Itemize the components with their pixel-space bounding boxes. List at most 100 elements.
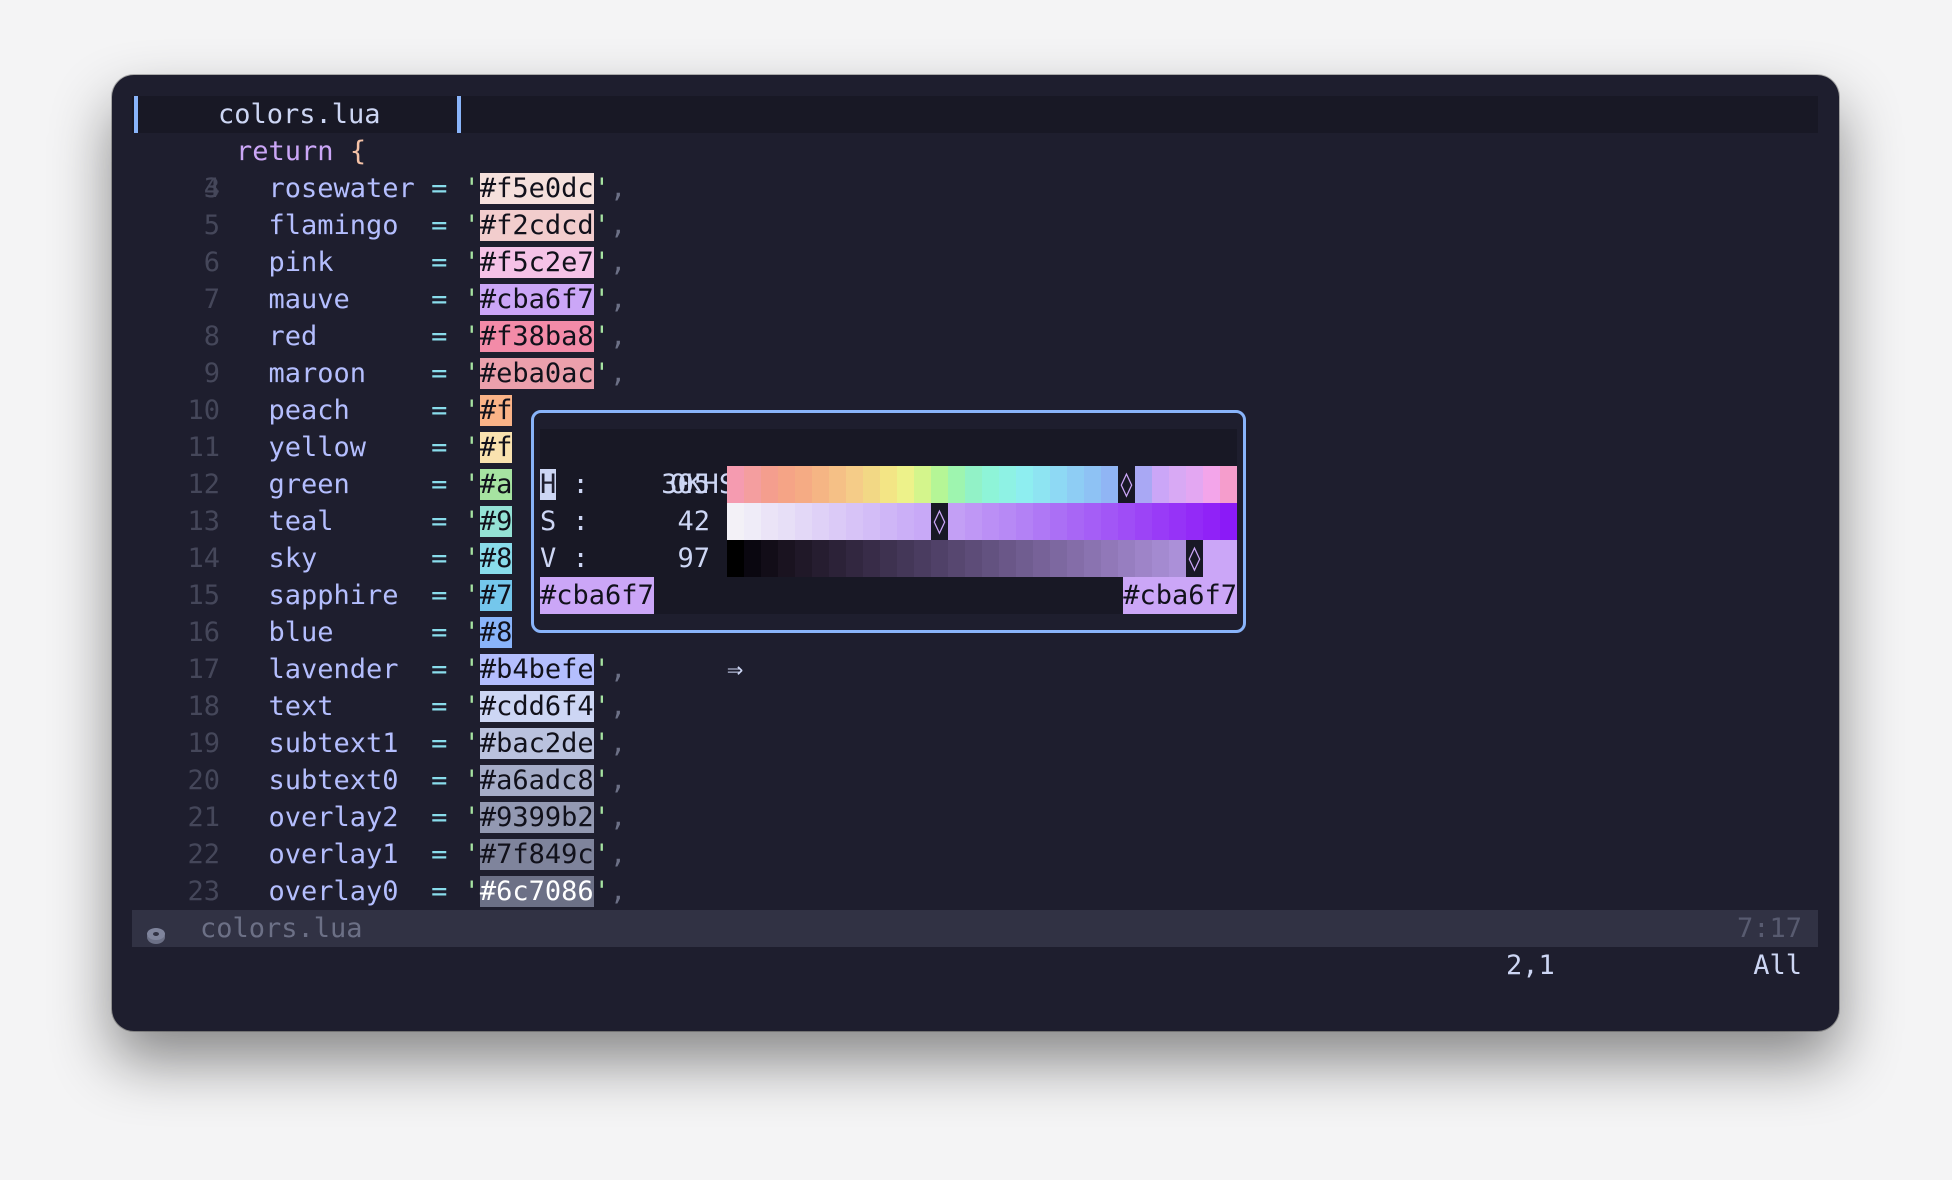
line-number: 10 bbox=[187, 395, 220, 426]
slider-value[interactable]: 97 bbox=[540, 540, 710, 577]
table-key: mauve bbox=[268, 284, 350, 315]
slider-gradient-cell bbox=[727, 466, 744, 503]
slider-gradient-cell bbox=[982, 466, 999, 503]
hex-color-value: #f bbox=[479, 395, 513, 426]
slider-gradient-cell bbox=[914, 466, 931, 503]
code-line: 18 text = '#cdd6f4', bbox=[132, 688, 1818, 725]
command-line[interactable]: 2,1 All bbox=[132, 947, 1818, 984]
slider-gradient-cell bbox=[812, 503, 829, 540]
key-padding bbox=[350, 284, 431, 315]
slider-gradient-cell bbox=[897, 503, 914, 540]
code-line: 21 overlay2 = '#9399b2', bbox=[132, 799, 1818, 836]
slider-gradient-cell bbox=[1186, 503, 1203, 540]
hex-color-value: #cba6f7 bbox=[479, 284, 594, 315]
slider-gradient-cell bbox=[829, 540, 846, 577]
donut-icon bbox=[146, 919, 166, 944]
open-quote: ' bbox=[463, 395, 480, 426]
slider-gradient-cell bbox=[1169, 503, 1186, 540]
slider-handle[interactable]: ◊ bbox=[931, 503, 948, 540]
tab-colors-lua[interactable]: colors.lua bbox=[132, 96, 465, 133]
code-content: blue = '#8 bbox=[236, 614, 513, 651]
equals-sign: = bbox=[431, 210, 448, 241]
slider-gradient-cell bbox=[897, 540, 914, 577]
equals-sign: = bbox=[431, 802, 448, 833]
slider-handle[interactable]: ◊ bbox=[1186, 540, 1203, 577]
close-quote: ' bbox=[593, 284, 610, 315]
code-content: green = '#a bbox=[236, 466, 513, 503]
key-padding bbox=[399, 802, 432, 833]
slider-gradient-cell bbox=[1169, 466, 1186, 503]
comma: , bbox=[609, 839, 627, 870]
slider-gradient-cell bbox=[812, 466, 829, 503]
key-padding bbox=[399, 876, 432, 907]
slider-gradient-cell bbox=[999, 503, 1016, 540]
slider-gradient-cell bbox=[897, 466, 914, 503]
slider-row-hue: H :305 ◊ bbox=[540, 466, 1237, 503]
table-key: green bbox=[268, 469, 350, 500]
arrow-icon: ⇒ bbox=[727, 654, 744, 685]
close-quote: ' bbox=[593, 802, 610, 833]
slider-gradient-cell bbox=[744, 503, 761, 540]
close-quote: ' bbox=[593, 321, 610, 352]
comma: , bbox=[609, 876, 627, 907]
key-padding bbox=[415, 173, 431, 204]
code-line: 8 red = '#f38ba8', bbox=[132, 318, 1818, 355]
equals-sign: = bbox=[431, 358, 448, 389]
keyword-return: return bbox=[236, 136, 334, 167]
tab-label: colors.lua bbox=[218, 99, 381, 130]
slider-gradient-cell bbox=[1101, 540, 1118, 577]
code-line: 17 lavender = '#b4befe', bbox=[132, 651, 1818, 688]
open-quote: ' bbox=[463, 876, 480, 907]
slider-handle[interactable]: ◊ bbox=[1118, 466, 1135, 503]
slider-gradient-cell bbox=[914, 540, 931, 577]
slider-gradient-cell bbox=[1169, 540, 1186, 577]
code-line: 23 overlay0 = '#6c7086', bbox=[132, 873, 1818, 910]
key-padding bbox=[366, 432, 431, 463]
color-picker-popup[interactable]: OKHSV H :305 ◊ S :42 ◊ V :97 ◊ #cba6f7 ⇒ #cba… bbox=[531, 410, 1246, 685]
slider-hue[interactable]: ◊ bbox=[727, 466, 1237, 503]
slider-value[interactable]: 305 bbox=[540, 466, 710, 503]
slider-gradient-cell bbox=[1016, 540, 1033, 577]
line-number: 12 bbox=[187, 469, 220, 500]
slider-gradient-cell bbox=[982, 503, 999, 540]
slider-value[interactable]: 42 bbox=[540, 503, 710, 540]
slider-gradient-cell bbox=[999, 540, 1016, 577]
slider-value[interactable]: ◊ bbox=[727, 540, 1237, 577]
equals-sign: = bbox=[431, 839, 448, 870]
slider-gradient-cell bbox=[795, 540, 812, 577]
original-color-swatch[interactable]: #cba6f7 bbox=[540, 577, 654, 614]
slider-gradient-cell bbox=[846, 503, 863, 540]
equals-sign: = bbox=[431, 691, 448, 722]
slider-gradient-cell bbox=[761, 503, 778, 540]
slider-gradient-cell bbox=[761, 466, 778, 503]
hex-color-value: #8 bbox=[479, 543, 513, 574]
code-content: overlay2 = '#9399b2', bbox=[236, 799, 626, 836]
line-number: 16 bbox=[187, 617, 220, 648]
tab-indicator-left bbox=[134, 96, 138, 133]
new-color-swatch[interactable]: #cba6f7 bbox=[1123, 577, 1237, 614]
slider-gradient-cell bbox=[1152, 540, 1169, 577]
close-quote: ' bbox=[593, 876, 610, 907]
equals-sign: = bbox=[431, 173, 448, 204]
key-padding bbox=[399, 654, 432, 685]
close-quote: ' bbox=[593, 839, 610, 870]
slider-saturation[interactable]: ◊ bbox=[727, 503, 1237, 540]
code-line: 19 subtext1 = '#bac2de', bbox=[132, 725, 1818, 762]
table-key: lavender bbox=[268, 654, 399, 685]
key-padding bbox=[334, 506, 432, 537]
slider-row-saturation: S :42 ◊ bbox=[540, 503, 1237, 540]
open-quote: ' bbox=[463, 284, 480, 315]
hex-color-value: #9399b2 bbox=[479, 802, 594, 833]
line-number: 15 bbox=[187, 580, 220, 611]
slider-gradient-cell bbox=[1135, 466, 1152, 503]
comma: , bbox=[609, 173, 627, 204]
open-quote: ' bbox=[463, 728, 480, 759]
open-quote: ' bbox=[463, 506, 480, 537]
slider-gradient-cell bbox=[948, 466, 965, 503]
open-brace: { bbox=[349, 136, 367, 167]
slider-gradient-cell bbox=[880, 503, 897, 540]
close-quote: ' bbox=[593, 210, 610, 241]
slider-gradient-cell bbox=[1050, 503, 1067, 540]
code-content: rosewater = '#f5e0dc', bbox=[236, 170, 626, 207]
slider-gradient-cell bbox=[948, 503, 965, 540]
